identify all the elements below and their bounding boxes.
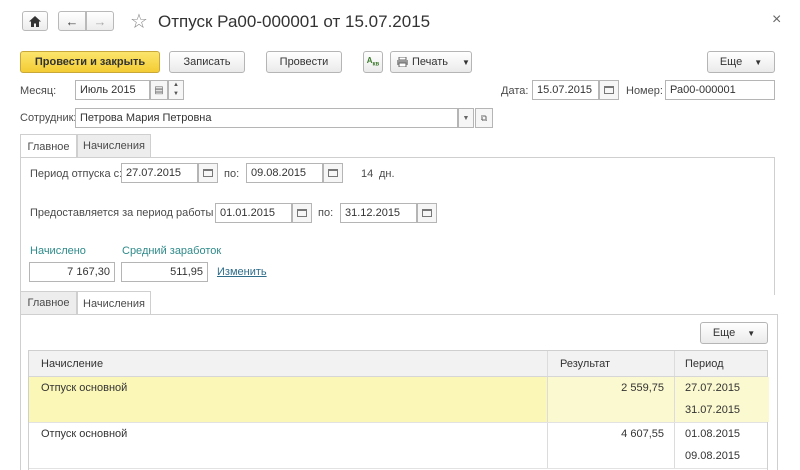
work-to-field[interactable]: 31.12.2015 xyxy=(340,203,417,223)
number-field[interactable]: Ра00-000001 xyxy=(665,80,775,100)
tab-main[interactable]: Главное xyxy=(20,134,77,158)
vacation-to-field[interactable]: 09.08.2015 xyxy=(246,163,323,183)
spellcheck-button[interactable]: Aкв xyxy=(363,51,383,73)
table-row[interactable]: Отпуск основной 2 559,75 27.07.2015 31.0… xyxy=(29,377,769,423)
vacation-to-label: по: xyxy=(224,168,240,180)
work-from-field[interactable]: 01.01.2015 xyxy=(215,203,292,223)
work-period-label: Предоставляется за период работы с: xyxy=(30,207,225,219)
post-and-close-button[interactable]: Провести и закрыть xyxy=(20,51,160,73)
chevron-down-icon[interactable]: ▼ xyxy=(169,90,183,99)
row-period-from: 01.08.2015 xyxy=(685,428,741,440)
calendar-icon xyxy=(203,169,213,177)
home-icon xyxy=(29,15,41,27)
employee-field[interactable]: Петрова Мария Петровна xyxy=(75,108,458,128)
accrued-value: 7 167,30 xyxy=(29,262,115,282)
print-button[interactable]: Печать ▼ xyxy=(390,51,472,73)
date-calendar-button[interactable] xyxy=(599,80,619,100)
open-link-icon: ⧉ xyxy=(480,112,488,123)
tab-accruals[interactable]: Начисления xyxy=(77,134,151,157)
row-period-to: 31.07.2015 xyxy=(685,404,741,416)
arrow-right-icon: → xyxy=(93,13,107,29)
work-from-calendar-button[interactable] xyxy=(292,203,312,223)
average-earnings-value: 511,95 xyxy=(121,262,208,282)
work-to-calendar-button[interactable] xyxy=(417,203,437,223)
change-link[interactable]: Изменить xyxy=(217,266,267,278)
work-to-label: по: xyxy=(318,207,334,219)
row-period-to: 09.08.2015 xyxy=(685,450,741,462)
date-field[interactable]: 15.07.2015 xyxy=(532,80,599,100)
average-earnings-label: Средний заработок xyxy=(122,245,222,257)
calendar-icon xyxy=(604,86,614,94)
post-button[interactable]: Провести xyxy=(266,51,342,73)
calendar-icon xyxy=(297,209,307,217)
spellcheck-icon: Aкв xyxy=(366,56,380,68)
copy-icon: ▤ xyxy=(154,84,164,96)
column-header-accrual[interactable]: Начисление xyxy=(29,351,547,376)
employee-open-button[interactable]: ⧉ xyxy=(475,108,493,128)
row-period: 27.07.2015 31.07.2015 xyxy=(674,377,769,422)
row-result: 2 559,75 xyxy=(547,377,674,422)
column-header-period[interactable]: Период xyxy=(674,351,769,376)
calendar-icon xyxy=(422,209,432,217)
date-label: Дата: xyxy=(501,85,529,97)
arrow-left-icon: ← xyxy=(65,13,79,29)
vacation-from-field[interactable]: 27.07.2015 xyxy=(121,163,198,183)
table-header: Начисление Результат Период xyxy=(29,351,767,377)
vacation-from-calendar-button[interactable] xyxy=(198,163,218,183)
chevron-down-icon: ▼ xyxy=(462,57,470,67)
days-count: 14 xyxy=(361,168,374,180)
table-row[interactable]: Отпуск основной 4 607,55 01.08.2015 09.0… xyxy=(29,423,767,469)
row-result: 4 607,55 xyxy=(547,423,674,468)
window-title: Отпуск Ра00-000001 от 15.07.2015 xyxy=(158,12,431,31)
more-button[interactable]: Еще ▼ xyxy=(707,51,775,73)
tab-accruals-lower[interactable]: Начисления xyxy=(77,291,151,315)
row-accrual-name: Отпуск основной xyxy=(41,428,128,440)
home-button[interactable] xyxy=(22,11,48,31)
row-period: 01.08.2015 09.08.2015 xyxy=(674,423,769,468)
chevron-down-icon: ▼ xyxy=(747,328,756,338)
row-accrual-name: Отпуск основной xyxy=(41,382,128,394)
accruals-table: Начисление Результат Период Отпуск основ… xyxy=(28,350,769,470)
calendar-icon xyxy=(328,169,338,177)
close-icon[interactable]: × xyxy=(772,11,781,29)
chevron-down-icon: ▼ xyxy=(754,57,763,67)
month-select-button[interactable]: ▤ xyxy=(150,80,168,100)
vacation-to-calendar-button[interactable] xyxy=(323,163,343,183)
days-unit: дн. xyxy=(379,168,395,180)
employee-dropdown-button[interactable]: ▼ xyxy=(458,108,474,128)
month-field[interactable]: Июль 2015 xyxy=(75,80,150,100)
back-button[interactable]: ← xyxy=(58,11,86,31)
grid-more-button[interactable]: Еще ▼ xyxy=(700,322,768,344)
month-stepper[interactable]: ▲ ▼ xyxy=(168,80,184,100)
vacation-period-label: Период отпуска с: xyxy=(30,168,123,180)
accrued-label: Начислено xyxy=(30,245,86,257)
forward-button[interactable]: → xyxy=(86,11,114,31)
tab-main-lower[interactable]: Главное xyxy=(20,291,77,314)
month-label: Месяц: xyxy=(20,85,57,97)
number-label: Номер: xyxy=(626,85,663,97)
chevron-up-icon[interactable]: ▲ xyxy=(169,81,183,90)
favorite-star-icon[interactable]: ☆ xyxy=(130,9,148,34)
printer-icon xyxy=(397,57,408,67)
grid-more-label: Еще xyxy=(712,327,736,339)
more-label: Еще xyxy=(719,56,743,68)
employee-label: Сотрудник: xyxy=(20,112,77,124)
column-header-result[interactable]: Результат xyxy=(547,351,674,376)
row-period-from: 27.07.2015 xyxy=(685,382,741,394)
chevron-down-icon: ▼ xyxy=(462,114,470,122)
print-label: Печать xyxy=(412,56,449,68)
save-button[interactable]: Записать xyxy=(169,51,245,73)
